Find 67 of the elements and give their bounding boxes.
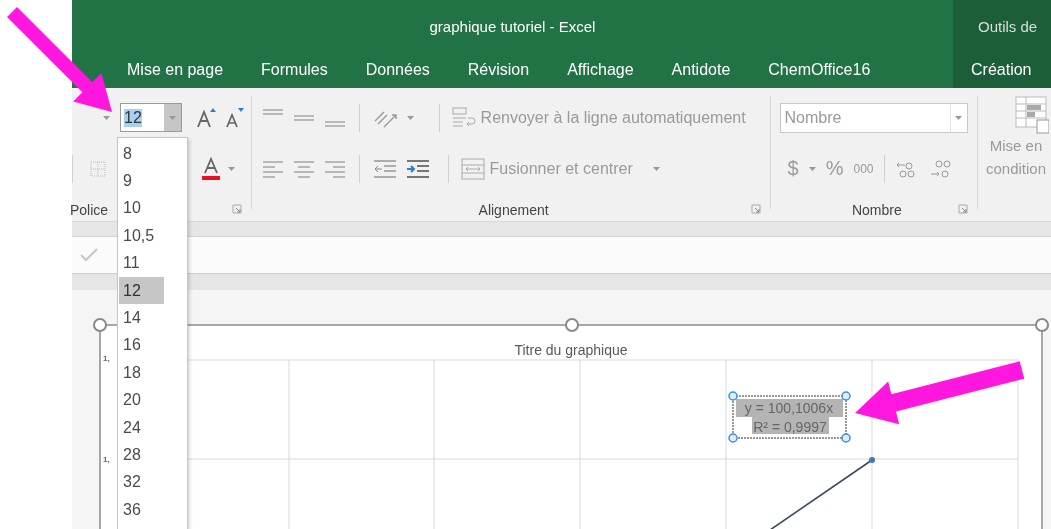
group-label: Alignement [478, 201, 549, 218]
data-point[interactable] [869, 457, 875, 463]
trend-line[interactable] [769, 459, 873, 529]
font-size-option[interactable]: 28 [119, 441, 164, 469]
borders-icon[interactable] [90, 160, 106, 177]
align-left-icon[interactable] [260, 158, 285, 179]
check-icon[interactable] [80, 248, 98, 262]
font-color-icon[interactable] [202, 156, 220, 181]
font-size-option[interactable]: 18 [119, 359, 164, 387]
ribbon-tab[interactable]: Mise en page [127, 61, 224, 79]
group-label: Nombre [851, 201, 902, 218]
caret-icon[interactable] [652, 166, 660, 171]
caret-icon[interactable] [406, 115, 414, 120]
ribbon-tab[interactable]: Création [971, 61, 1032, 79]
ribbon-tab[interactable]: Données [365, 61, 430, 79]
ribbon-tab[interactable]: Révision [467, 61, 530, 79]
caret-icon[interactable] [955, 115, 963, 120]
font-size-option[interactable]: 20 [119, 386, 164, 414]
dialog-launcher-icon[interactable] [958, 204, 968, 215]
decrease-decimal-icon[interactable] [928, 158, 953, 179]
ribbon-tab[interactable]: Antidote [671, 61, 731, 79]
merge-cells-icon[interactable] [460, 157, 485, 180]
resize-handle[interactable] [728, 391, 738, 401]
resize-handle[interactable] [565, 318, 579, 332]
font-size-option[interactable]: 9 [119, 167, 164, 195]
font-size-option[interactable]: 11 [119, 249, 164, 277]
font-size-option[interactable]: 16 [119, 331, 164, 360]
chart-title[interactable]: Titre du graphique [514, 342, 628, 358]
resize-handle[interactable] [728, 433, 738, 443]
table-format-icon [1015, 96, 1049, 134]
context-group-title: Outils de [978, 17, 1038, 35]
equation-text: y = 100,1006x [744, 400, 834, 416]
window-title: graphique tutoriel - Excel [429, 17, 596, 35]
font-size-option[interactable]: 10,5 [119, 222, 164, 250]
decrease-indent-icon[interactable] [371, 158, 398, 179]
ribbon-tab[interactable]: Affichage [567, 61, 634, 79]
font-size-dropdown-button[interactable] [164, 104, 181, 132]
font-size-option[interactable]: 24 [119, 413, 164, 442]
ribbon-tab[interactable]: ChemOffice16 [768, 61, 871, 79]
dialog-launcher-icon[interactable] [750, 204, 761, 215]
axis-tick-label: 1, [103, 354, 110, 363]
resize-handle[interactable] [841, 391, 851, 401]
font-size-option[interactable]: 32 [119, 468, 164, 497]
ribbon-tab[interactable]: Formules [261, 61, 328, 79]
font-size-option[interactable]: 36 [119, 496, 164, 524]
font-size-option[interactable]: 12 [119, 276, 164, 305]
r-squared-text: R² = 0,9997 [753, 419, 827, 435]
resize-handle[interactable] [93, 318, 107, 332]
increase-indent-icon[interactable] [404, 158, 431, 179]
dialog-launcher-icon[interactable] [231, 204, 242, 215]
decrease-font-icon[interactable] [224, 106, 244, 129]
align-right-icon[interactable] [322, 158, 347, 179]
increase-font-icon[interactable] [196, 106, 216, 129]
resize-handle[interactable] [841, 433, 851, 443]
caret-icon[interactable] [228, 166, 235, 171]
group-label: Police [70, 201, 109, 218]
font-size-field[interactable]: 12 [124, 108, 142, 127]
caret-icon[interactable] [103, 115, 110, 120]
align-center-icon[interactable] [291, 158, 316, 179]
wrap-text-icon[interactable] [451, 105, 476, 130]
font-size-option[interactable]: 10 [119, 194, 164, 223]
axis-tick-label: 1, [103, 455, 110, 464]
resize-handle[interactable] [1035, 318, 1049, 332]
caret-icon[interactable] [808, 166, 816, 171]
font-size-option[interactable]: 14 [119, 304, 164, 332]
caret-icon[interactable] [169, 115, 176, 120]
font-size-option[interactable]: 8 [119, 140, 164, 168]
